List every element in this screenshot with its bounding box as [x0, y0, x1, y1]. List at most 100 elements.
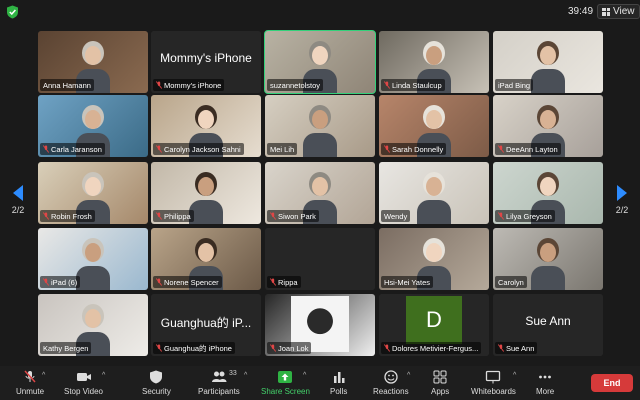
- chevron-up-icon[interactable]: ^: [407, 372, 410, 379]
- more-label: More: [536, 387, 555, 396]
- microphone-muted-icon: [156, 145, 162, 153]
- video-tile[interactable]: Carolyn Jackson Sahni: [151, 95, 261, 157]
- participant-name: Carolyn: [498, 277, 524, 287]
- next-page-button[interactable]: 2/2: [608, 185, 636, 215]
- tile-display-name: Sue Ann: [525, 314, 571, 328]
- stop-video-button[interactable]: Stop Video ^: [64, 370, 105, 396]
- participant-figure: [531, 238, 565, 290]
- video-tile[interactable]: Rippa: [265, 228, 375, 290]
- security-shield-icon: [150, 370, 163, 384]
- whiteboard-icon: [486, 370, 501, 384]
- tile-display-name: Guanghua的 iP...: [160, 316, 252, 330]
- video-tile[interactable]: Siwon Park: [265, 162, 375, 224]
- participant-figure: [76, 238, 110, 290]
- view-button-label: View: [613, 6, 635, 17]
- participant-name-tag: Mommy's iPhone: [153, 79, 225, 91]
- unmute-label: Unmute: [16, 387, 45, 396]
- participants-label: Participants: [198, 387, 240, 396]
- video-tile[interactable]: Carla Jaranson: [38, 95, 148, 157]
- participant-name-tag: Carolyn Jackson Sahni: [153, 143, 244, 155]
- polls-bar-chart-icon: [333, 372, 345, 383]
- reactions-button[interactable]: Reactions ^: [373, 370, 410, 396]
- chevron-up-icon[interactable]: ^: [513, 372, 516, 379]
- participants-icon: [211, 371, 227, 382]
- video-tile[interactable]: DeeAnn Layton: [493, 95, 603, 157]
- share-screen-button[interactable]: Share Screen ^: [261, 370, 310, 396]
- polls-button[interactable]: Polls: [330, 370, 347, 396]
- stop-video-label: Stop Video: [64, 387, 103, 396]
- unmute-button[interactable]: Unmute ^: [16, 370, 45, 396]
- view-button[interactable]: View: [597, 4, 640, 19]
- participant-name-tag: Sue Ann: [495, 342, 538, 354]
- video-tile[interactable]: Norene Spencer: [151, 228, 261, 290]
- security-button[interactable]: Security: [142, 370, 171, 396]
- participant-name-tag: Sarah Donnelly: [381, 143, 447, 155]
- microphone-muted-icon: [270, 278, 276, 286]
- participant-name-tag: Philippa: [153, 210, 194, 222]
- video-tile[interactable]: Lilya Greyson: [493, 162, 603, 224]
- participant-name: Anna Hamann: [43, 80, 91, 90]
- video-tile[interactable]: iPad Bing: [493, 31, 603, 93]
- microphone-muted-icon: [270, 212, 276, 220]
- video-tile[interactable]: D Dolores Metivier-Fergus...: [379, 294, 489, 356]
- end-meeting-button[interactable]: End: [591, 374, 633, 392]
- participant-figure: [531, 41, 565, 93]
- participant-name-tag: Joan Lok: [267, 342, 312, 354]
- video-tile[interactable]: Guanghua的 iP... Guanghua的 iPhone: [151, 294, 261, 356]
- participant-name: Mommy's iPhone: [164, 80, 222, 90]
- video-tile[interactable]: Hsi-Mei Yates: [379, 228, 489, 290]
- participant-name: Lilya Greyson: [506, 211, 552, 221]
- chevron-up-icon[interactable]: ^: [102, 372, 105, 379]
- video-tile[interactable]: suzannetolstoy: [264, 30, 376, 94]
- participant-name: Joan Lok: [278, 343, 309, 353]
- video-tile[interactable]: Kathy Bergen: [38, 294, 148, 356]
- video-tile[interactable]: Wendy: [379, 162, 489, 224]
- video-tile[interactable]: Anna Hamann: [38, 31, 148, 93]
- participants-button[interactable]: Participants 33 ^: [198, 370, 247, 396]
- video-tile[interactable]: Robin Frosh: [38, 162, 148, 224]
- share-screen-icon: [278, 371, 293, 383]
- participant-name: Rippa: [278, 277, 298, 287]
- apps-button[interactable]: Apps: [431, 370, 449, 396]
- participant-name: Hsi-Mei Yates: [384, 277, 430, 287]
- participant-name-tag: Guanghua的 iPhone: [153, 342, 235, 354]
- video-tile[interactable]: Mommy's iPhone Mommy's iPhone: [151, 31, 261, 93]
- whiteboards-button[interactable]: Whiteboards ^: [471, 370, 516, 396]
- video-tile[interactable]: Linda Staulcup: [379, 31, 489, 93]
- more-button[interactable]: More: [536, 370, 554, 396]
- video-camera-icon: [76, 373, 91, 381]
- microphone-muted-icon: [156, 212, 162, 220]
- arrow-right-icon: [617, 185, 627, 201]
- microphone-muted-icon: [156, 278, 162, 286]
- participant-name: DeeAnn Layton: [506, 144, 558, 154]
- chevron-up-icon[interactable]: ^: [244, 372, 247, 379]
- grid-view-icon: [602, 7, 610, 16]
- participant-name: Mei Lih: [270, 144, 295, 154]
- microphone-muted-icon: [156, 81, 162, 89]
- tile-display-name: Mommy's iPhone: [160, 51, 252, 65]
- participant-name: iPad Bing: [498, 80, 531, 90]
- previous-page-button[interactable]: 2/2: [4, 185, 32, 215]
- microphone-muted-icon: [384, 344, 390, 352]
- video-tile[interactable]: Sue Ann Sue Ann: [493, 294, 603, 356]
- microphone-muted-icon: [498, 344, 504, 352]
- reactions-smiley-icon: [384, 370, 398, 384]
- chevron-up-icon[interactable]: ^: [303, 372, 306, 379]
- zoom-meeting-window: 39:49 View 2/2 2/2 Anna Hamann Mommy's iP…: [0, 0, 640, 400]
- participants-count: 33: [229, 370, 237, 377]
- video-tile[interactable]: Philippa: [151, 162, 261, 224]
- video-tile[interactable]: iPad (6): [38, 228, 148, 290]
- microphone-muted-icon: [498, 145, 504, 153]
- video-tile[interactable]: Joan Lok: [265, 294, 375, 356]
- participant-name: Philippa: [164, 211, 191, 221]
- shield-check-icon[interactable]: [6, 5, 19, 19]
- chevron-up-icon[interactable]: ^: [42, 372, 45, 379]
- microphone-muted-icon: [270, 344, 276, 352]
- participant-name-tag: iPad (6): [40, 276, 81, 288]
- participant-name: Norene Spencer: [164, 277, 219, 287]
- participant-name: Carla Jaranson: [51, 144, 102, 154]
- video-tile[interactable]: Carolyn: [493, 228, 603, 290]
- video-tile[interactable]: Sarah Donnelly: [379, 95, 489, 157]
- participant-name-tag: Mei Lih: [267, 143, 298, 155]
- video-tile[interactable]: Mei Lih: [265, 95, 375, 157]
